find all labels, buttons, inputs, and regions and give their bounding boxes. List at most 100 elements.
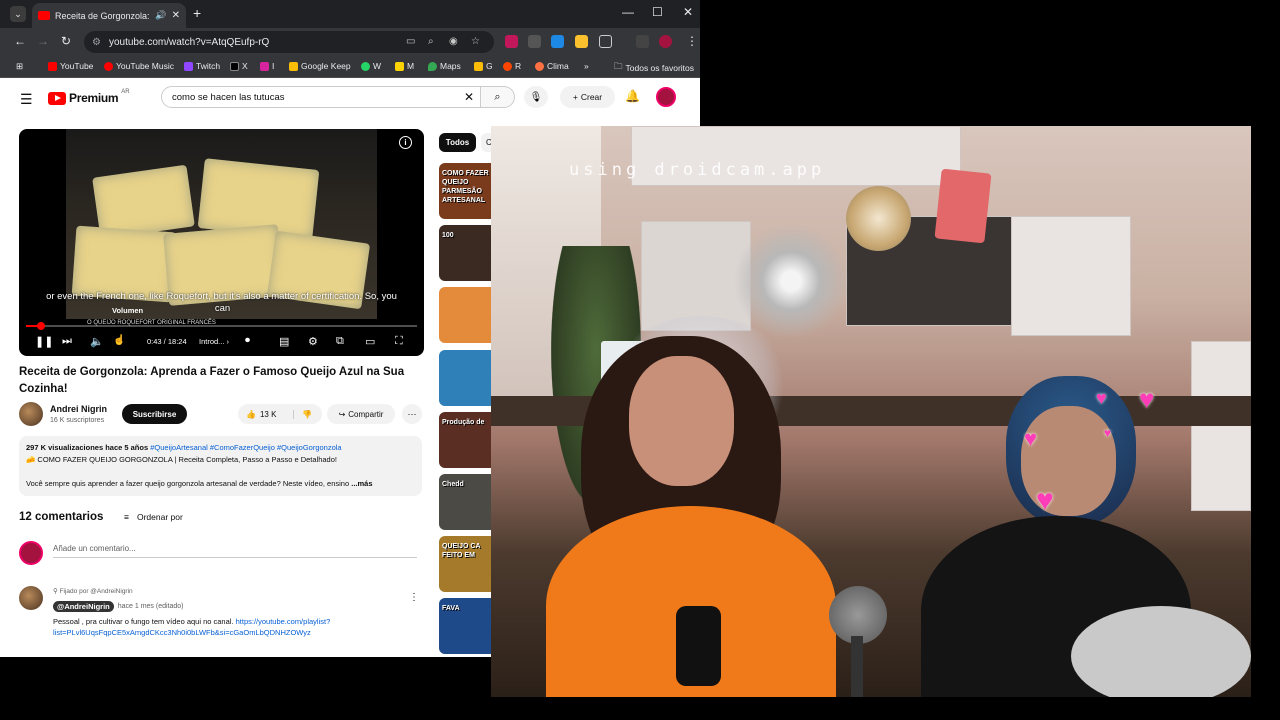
related-video-thumbnail[interactable]: COMO FAZER QUEIJO PARMESÃO ARTESANAL [439, 163, 499, 219]
progress-scrubber[interactable] [37, 322, 45, 330]
comment-author-avatar[interactable] [19, 586, 43, 610]
info-icon[interactable]: i [399, 136, 412, 149]
menu-kebab-icon[interactable]: ⋮ [686, 34, 698, 48]
extension-icon[interactable] [575, 35, 588, 48]
related-video-thumbnail[interactable]: Produção de [439, 412, 499, 468]
extension-icon[interactable] [551, 35, 564, 48]
next-icon[interactable]: ⏭ [62, 335, 72, 348]
voice-search-button[interactable]: 🎙 [524, 86, 548, 108]
reload-button[interactable]: ↻ [61, 34, 71, 48]
create-button[interactable]: + Crear [560, 86, 615, 108]
disco-ball [846, 186, 911, 251]
pin-icon: ⚲ [53, 588, 58, 595]
cursor-hand-icon: ☝ [113, 335, 126, 346]
bookmark-maps[interactable]: Maps [428, 61, 461, 71]
maximize-button[interactable]: ☐ [652, 5, 663, 19]
search-button[interactable]: ⌕ [481, 86, 515, 108]
active-tab[interactable]: Receita de Gorgonzola: Ap 🔊 ✕ [32, 3, 186, 28]
minimize-button[interactable]: — [622, 5, 634, 19]
description-box[interactable]: 297 K visualizaciones hace 5 años #Queij… [19, 436, 422, 496]
puzzle-icon[interactable] [599, 35, 612, 48]
heart-sticker-icon: ♥ [1024, 426, 1038, 451]
bookmark-twitch[interactable]: Twitch [184, 61, 220, 71]
bookmark-youtube-music[interactable]: YouTube Music [104, 61, 174, 71]
related-video-thumbnail[interactable] [439, 350, 499, 406]
pause-icon[interactable]: ❚❚ [35, 335, 53, 348]
close-window-button[interactable]: ✕ [683, 5, 693, 19]
clear-search-icon[interactable]: ✕ [464, 90, 474, 104]
bookmarks-bar: ⊞ YouTube YouTube Music Twitch X I Googl… [0, 56, 700, 78]
media-icon[interactable] [636, 35, 649, 48]
autoplay-toggle[interactable]: ⏺ [245, 335, 250, 346]
close-tab-icon[interactable]: ✕ [172, 10, 180, 21]
extension-icon[interactable] [505, 35, 518, 48]
dislike-button[interactable]: 👎 [294, 410, 312, 419]
fullscreen-icon[interactable]: ⛶ [395, 335, 403, 348]
speaker-icon[interactable]: 🔊 [155, 10, 166, 21]
miniplayer-icon[interactable]: ⧉ [336, 335, 344, 348]
bookmark-star-icon[interactable]: ☆ [471, 36, 480, 47]
thumbnail-label: Chedd [442, 481, 464, 488]
progress-bar[interactable] [26, 322, 417, 330]
face [629, 356, 734, 486]
bookmark-google-keep[interactable]: Google Keep [289, 61, 351, 71]
apps-icon[interactable]: ⊞ [16, 61, 23, 72]
bookmark-reddit[interactable]: R [503, 61, 521, 71]
user-avatar [19, 541, 43, 565]
bookmark-instagram[interactable]: I [260, 61, 274, 71]
add-comment-input[interactable]: Añade un comentario... [53, 544, 417, 558]
more-actions-button[interactable]: ··· [402, 404, 422, 424]
comment-author-badge[interactable]: @AndreiNigrin [53, 601, 114, 612]
pinned-label: ⚲ Fijado por @AndreiNigrin [53, 588, 133, 595]
new-tab-button[interactable]: + [193, 5, 201, 21]
settings-gear-icon[interactable]: ⚙ [308, 335, 318, 348]
thumbs-up-icon: 👍 [246, 409, 256, 419]
cast-icon[interactable]: ▭ [406, 36, 415, 47]
account-avatar[interactable] [656, 87, 676, 107]
related-video-thumbnail[interactable] [439, 287, 499, 343]
zoom-icon[interactable]: ⌕ [428, 36, 434, 47]
related-video-thumbnail[interactable]: QUEIJO CA FEITO EM [439, 536, 499, 592]
related-video-thumbnail[interactable]: FAVA [439, 598, 499, 654]
theater-mode-icon[interactable]: ▭ [365, 335, 375, 348]
like-button[interactable]: 👍 13 K [238, 409, 294, 419]
notifications-bell-icon[interactable]: 🔔 [625, 89, 640, 103]
forward-button[interactable]: → [37, 34, 49, 48]
bookmark-m[interactable]: M [395, 61, 414, 71]
site-info-icon[interactable]: ⚙ [92, 37, 101, 48]
profile-avatar[interactable] [659, 35, 672, 48]
share-button[interactable]: ↪ Compartir [327, 404, 395, 424]
all-bookmarks-folder[interactable]: 🗀 Todos os favoritos [614, 61, 694, 75]
thumbnail-label: QUEIJO CA FEITO EM [442, 543, 481, 559]
thumbnail-label: FAVA [442, 605, 460, 612]
channel-avatar[interactable] [19, 402, 43, 426]
subscribe-button[interactable]: Suscribirse [122, 404, 187, 424]
bookmark-x[interactable]: X [230, 61, 248, 71]
search-input[interactable]: como se hacen las tutucas ✕ [161, 86, 481, 108]
bookmark-g[interactable]: G [474, 61, 493, 71]
comment-time[interactable]: hace 1 mes (editado) [118, 603, 184, 610]
extension-icon[interactable] [528, 35, 541, 48]
show-more-link[interactable]: ...más [351, 479, 372, 488]
back-button[interactable]: ← [14, 34, 26, 48]
tab-search-button[interactable]: ⌄ [10, 6, 26, 22]
subtitles-icon[interactable]: ▤ [279, 335, 289, 348]
chapter-label[interactable]: Introd... › [199, 337, 229, 346]
comment-menu-icon[interactable]: ⋮ [409, 592, 419, 603]
bookmark-whatsapp[interactable]: W [361, 61, 381, 71]
chip-all[interactable]: Todos [439, 133, 476, 152]
sort-comments-button[interactable]: ≡ Ordenar por [124, 512, 183, 522]
red-cloth [934, 168, 992, 244]
youtube-premium-logo[interactable]: Premium AR [48, 89, 130, 105]
eye-off-icon[interactable]: ◉ [449, 36, 458, 47]
bookmark-clima[interactable]: Clima [535, 61, 569, 71]
more-bookmarks-chevron-icon[interactable]: » [584, 61, 589, 71]
hamburger-menu-icon[interactable]: ☰ [20, 91, 33, 108]
video-player[interactable]: i or even the French one, like Roquefort… [19, 129, 424, 356]
plus-icon: + [572, 92, 578, 102]
volume-icon[interactable]: 🔈 [90, 335, 104, 348]
bookmark-youtube[interactable]: YouTube [48, 61, 93, 71]
related-video-thumbnail[interactable]: 100 [439, 225, 499, 281]
related-video-thumbnail[interactable]: Chedd [439, 474, 499, 530]
channel-name[interactable]: Andrei Nigrin [50, 404, 107, 414]
